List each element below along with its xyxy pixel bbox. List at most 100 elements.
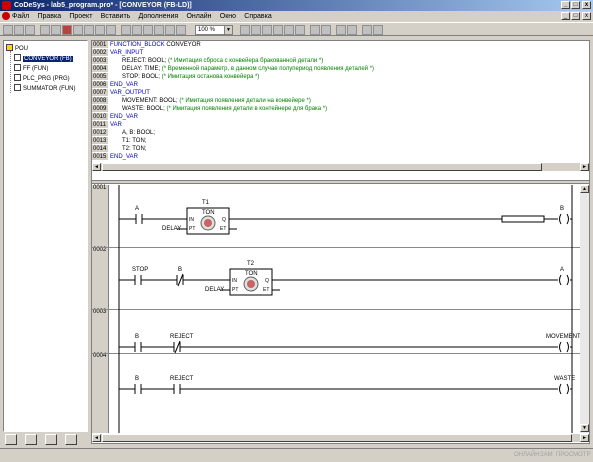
stop-icon[interactable] [73,25,83,35]
contact-label: REJECT [170,334,194,340]
cut-icon[interactable] [132,25,142,35]
declaration-hscrollbar[interactable]: ◄ ► [92,162,589,171]
line-number: 0010 [92,113,108,121]
block-input-pt: PT [232,287,239,293]
line-number: 0011 [92,121,108,129]
child-minimize-button[interactable]: _ [561,12,570,20]
code-line[interactable]: END_VAR [110,81,138,89]
new-icon[interactable] [3,25,13,35]
menu-project[interactable]: Проект [69,12,92,22]
logout-icon[interactable] [51,25,61,35]
tree-connector [10,51,11,93]
menu-file[interactable]: Файл [12,12,29,22]
code-line[interactable]: END_VAR [110,153,138,161]
minimize-button[interactable]: _ [561,1,570,9]
menu-online[interactable]: Онлайн [186,12,211,22]
code-line[interactable]: MOVEMENT: BOOL; (* Имитация появления де… [122,97,311,105]
set-reset-icon[interactable] [347,25,357,35]
code-line[interactable]: REJECT: BOOL; (* Имитация сброса с конве… [122,57,323,65]
tab-data-types-icon[interactable] [25,434,37,445]
code-line[interactable]: FUNCTION_BLOCK CONVEYOR [110,41,201,49]
tree-item-summator[interactable]: SUMMATOR (FUN) [14,84,75,93]
scroll-down-icon[interactable]: ▼ [580,424,589,432]
chevron-down-icon[interactable]: ▼ [224,26,232,34]
menu-window[interactable]: Окно [220,12,236,22]
maximize-button[interactable]: □ [571,1,580,9]
tree-item-plc-prg[interactable]: PLC_PRG (PRG) [14,74,70,83]
ladder-diagram [118,185,573,433]
pane-splitter[interactable] [92,180,589,184]
write-values-icon[interactable] [121,25,131,35]
tree-item-ff[interactable]: FF (FUN) [14,64,48,73]
run-icon[interactable] [62,25,72,35]
document-icon[interactable] [2,12,10,20]
open-icon[interactable] [14,25,24,35]
code-line[interactable]: A, B: BOOL; [122,129,155,137]
find-next-icon[interactable] [176,25,186,35]
network-after-icon[interactable] [251,25,261,35]
step-icon[interactable] [84,25,94,35]
code-line[interactable]: VAR_INPUT [110,49,143,57]
zoom-select[interactable]: 100 % ▼ [195,25,233,35]
tab-resources-icon[interactable] [65,434,77,445]
scroll-up-icon[interactable]: ▲ [580,185,589,193]
parallel-contact-icon[interactable] [273,25,283,35]
code-comment: (* Имитация сброса с конвейера бракованн… [166,58,324,64]
code-line[interactable]: VAR_OUTPUT [110,89,150,97]
scroll-left-icon[interactable]: ◄ [92,163,101,171]
menu-insert[interactable]: Вставить [101,12,131,22]
ladder-hscrollbar[interactable]: ◄ ► [92,433,589,442]
code-line[interactable]: VAR [110,121,122,129]
coil-label: B [560,206,565,212]
pou-editor: 0001 FUNCTION_BLOCK CONVEYOR 0002 VAR_IN… [91,40,590,444]
child-restore-button[interactable]: □ [571,12,580,20]
scroll-right-icon[interactable]: ► [580,434,589,442]
scroll-thumb[interactable] [102,434,572,442]
code-line[interactable]: T1: TON; [122,137,146,145]
scroll-left-icon[interactable]: ◄ [92,434,101,442]
menu-help[interactable]: Справка [244,12,271,22]
network-before-icon[interactable] [240,25,250,35]
ladder-pane[interactable]: 0001 0002 0003 0004 A T1 TON IN PT Q ET … [92,185,581,433]
declaration-pane[interactable]: 0001 FUNCTION_BLOCK CONVEYOR 0002 VAR_IN… [92,41,589,171]
code-text: CONVEYOR [164,42,201,48]
code-line[interactable]: STOP: BOOL; (* Имитация останова конвейе… [122,73,259,81]
menu-bar: Файл Правка Проект Вставить Дополнения О… [0,11,593,21]
tree-item-conveyor[interactable]: CONVEYOR (FB) [14,54,73,63]
find-icon[interactable] [165,25,175,35]
app-icon [2,1,11,10]
close-button[interactable]: x [582,1,591,9]
ladder-vscrollbar[interactable]: ▲ ▼ [580,185,589,433]
tab-visualizations-icon[interactable] [45,434,57,445]
arrange-icon[interactable] [362,25,372,35]
negate-icon[interactable] [336,25,346,35]
scroll-right-icon[interactable]: ► [580,163,589,171]
keyword: END_VAR [110,154,138,160]
coil-icon[interactable] [284,25,294,35]
tab-pous-icon[interactable] [5,434,17,445]
keyword: END_VAR [110,114,138,120]
breakpoint-icon[interactable] [106,25,116,35]
copy-icon[interactable] [143,25,153,35]
menu-edit[interactable]: Правка [37,12,61,22]
contact-label: A [135,206,140,212]
login-icon[interactable] [40,25,50,35]
step-in-icon[interactable] [95,25,105,35]
code-line[interactable]: T2: TON; [122,145,146,153]
scroll-thumb[interactable] [102,163,542,171]
save-icon[interactable] [25,25,35,35]
menu-extras[interactable]: Дополнения [139,12,179,22]
comment-icon[interactable] [373,25,383,35]
code-line[interactable]: WASTE: BOOL; (* Имитация появления детал… [122,105,327,113]
jump-icon[interactable] [310,25,320,35]
contact-icon[interactable] [262,25,272,35]
code-line[interactable]: END_VAR [110,113,138,121]
return-icon[interactable] [321,25,331,35]
code-line[interactable]: DELAY: TIME; (* Временной параметр, в да… [122,65,374,73]
paste-icon[interactable] [154,25,164,35]
block-output-q: Q [222,217,226,223]
title-bar: CoDeSys - lab5_program.pro* - [CONVEYOR … [0,0,593,11]
tree-root-pou[interactable]: POU [6,44,28,53]
child-close-button[interactable]: x [582,12,591,20]
box-icon[interactable] [295,25,305,35]
